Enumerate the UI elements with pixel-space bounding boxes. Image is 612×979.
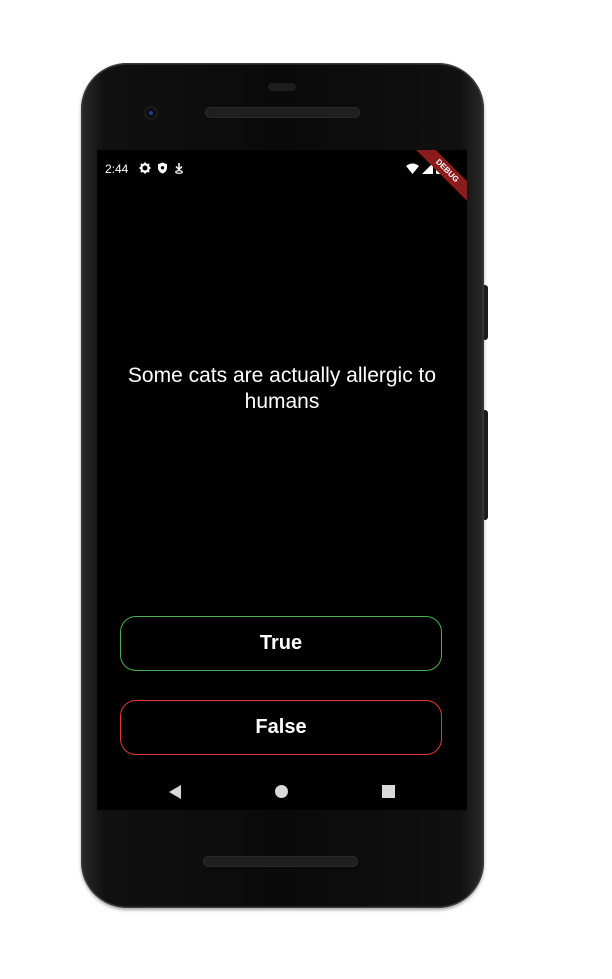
- front-camera: [144, 106, 158, 120]
- bottom-speaker: [203, 856, 358, 867]
- recents-icon[interactable]: [382, 785, 395, 798]
- back-icon[interactable]: [169, 785, 181, 804]
- false-button[interactable]: False: [120, 700, 442, 755]
- true-button[interactable]: True: [120, 616, 442, 671]
- earpiece-speaker: [205, 107, 360, 118]
- gear-icon: [139, 161, 151, 179]
- power-button: [484, 285, 488, 340]
- shield-icon: [157, 161, 168, 179]
- navigation-bar: [97, 776, 467, 806]
- status-time: 2:44: [105, 162, 129, 176]
- proximity-sensor: [268, 83, 296, 91]
- wifi-icon: [406, 161, 419, 179]
- false-button-label: False: [255, 716, 307, 738]
- app-screen: 2:44 DEBUG Some cats are actually allerg…: [97, 150, 467, 810]
- download-icon: [174, 161, 184, 179]
- true-button-label: True: [259, 632, 303, 654]
- home-icon[interactable]: [275, 785, 288, 798]
- volume-button: [484, 410, 488, 520]
- status-icons-left: [139, 161, 184, 179]
- question-text: Some cats are actually allergic to human…: [127, 364, 437, 413]
